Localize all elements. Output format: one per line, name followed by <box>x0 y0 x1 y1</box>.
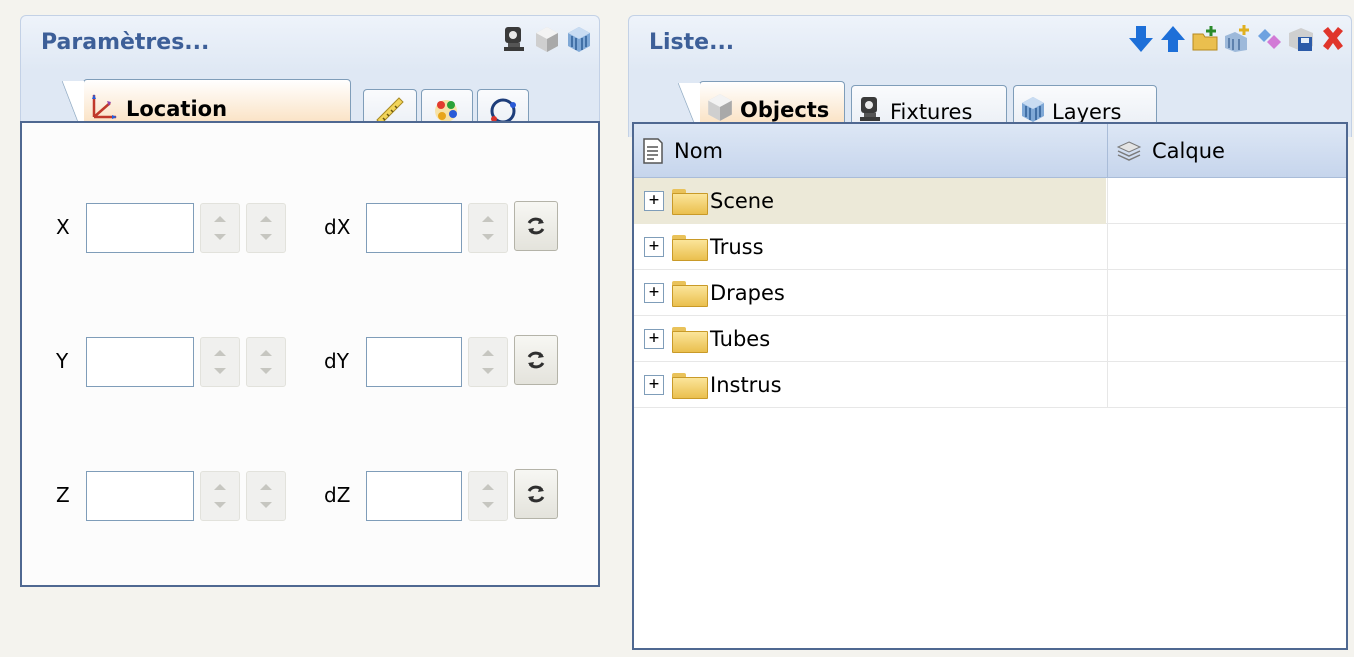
dz-input[interactable] <box>366 471 462 521</box>
stack-icon <box>1116 141 1142 161</box>
dx-input[interactable] <box>366 203 462 253</box>
row-label: Truss <box>710 235 764 259</box>
tree-header: Nom Calque <box>634 124 1346 178</box>
row-label: Scene <box>710 189 775 213</box>
field-label-y: Y <box>56 349 69 373</box>
row-layer-cell[interactable] <box>1107 316 1346 362</box>
column-header-layer[interactable]: Calque <box>1116 124 1225 178</box>
folder-icon <box>672 235 708 261</box>
dy-spinner[interactable] <box>468 337 508 387</box>
row-label: Tubes <box>710 327 771 351</box>
tree-row[interactable]: + Instrus <box>634 362 1346 408</box>
tab-label: Objects <box>740 97 830 122</box>
dx-apply-button[interactable] <box>514 201 558 251</box>
field-label-x: X <box>56 215 70 239</box>
column-label: Nom <box>674 139 724 163</box>
y-spinner[interactable] <box>200 337 240 387</box>
field-label-dx: dX <box>324 215 351 239</box>
tree-row[interactable]: + Truss <box>634 224 1346 270</box>
list-panel: Liste... Objects Fixtures Layers Nom Cal… <box>628 15 1352 652</box>
row-name-cell[interactable]: + Tubes <box>634 316 1106 362</box>
refresh-icon <box>527 485 545 503</box>
row-name-cell[interactable]: + Drapes <box>634 270 1106 316</box>
row-label: Instrus <box>710 373 782 397</box>
dz-apply-button[interactable] <box>514 469 558 519</box>
refresh-icon <box>527 351 545 369</box>
folder-icon <box>672 327 708 353</box>
field-label-dy: dY <box>324 349 349 373</box>
row-name-cell[interactable]: + Truss <box>634 224 1106 270</box>
link-icon[interactable] <box>1255 24 1283 54</box>
expand-button[interactable]: + <box>644 329 664 349</box>
tree-row[interactable]: + Scene <box>634 178 1346 224</box>
field-label-dz: dZ <box>324 483 351 507</box>
folder-icon <box>672 281 708 307</box>
column-label: Calque <box>1152 139 1225 163</box>
dy-input[interactable] <box>366 337 462 387</box>
tab-label: Fixtures <box>890 99 973 124</box>
row-name-cell[interactable]: + Instrus <box>634 362 1106 408</box>
dy-apply-button[interactable] <box>514 335 558 385</box>
x-input[interactable] <box>86 203 194 253</box>
y-spinner-alt[interactable] <box>246 337 286 387</box>
panel-title: Paramètres... <box>41 30 210 55</box>
document-icon <box>643 138 663 164</box>
layers-icon[interactable] <box>565 24 593 54</box>
y-input[interactable] <box>86 337 194 387</box>
tree-row[interactable]: + Tubes <box>634 316 1346 362</box>
arrow-down-icon[interactable] <box>1127 24 1155 54</box>
parameters-header: Paramètres... <box>20 15 600 71</box>
parameters-panel: Paramètres... Location X dX Y dY Z dZ <box>20 15 600 587</box>
column-separator[interactable] <box>1107 124 1108 177</box>
row-layer-cell[interactable] <box>1107 224 1346 270</box>
list-header-bar: Liste... <box>628 15 1352 71</box>
location-content: X dX Y dY Z dZ <box>20 121 600 587</box>
save-icon[interactable] <box>1287 24 1315 54</box>
cube-icon[interactable] <box>533 24 561 54</box>
row-name-cell[interactable]: + Scene <box>634 178 1106 224</box>
new-folder-icon[interactable] <box>1191 24 1219 54</box>
tab-label: Location <box>126 96 228 121</box>
expand-button[interactable]: + <box>644 191 664 211</box>
new-layer-icon[interactable] <box>1223 24 1251 54</box>
refresh-icon <box>527 217 545 235</box>
row-label: Drapes <box>710 281 785 305</box>
objects-tree: Nom Calque + Scene + Truss + Drapes + Tu… <box>632 122 1348 650</box>
dx-spinner[interactable] <box>468 203 508 253</box>
delete-icon[interactable] <box>1319 24 1347 54</box>
z-spinner[interactable] <box>200 471 240 521</box>
row-layer-cell[interactable] <box>1107 362 1346 408</box>
dz-spinner[interactable] <box>468 471 508 521</box>
row-layer-cell[interactable] <box>1107 178 1346 224</box>
column-header-name[interactable]: Nom <box>642 124 723 178</box>
folder-icon <box>672 189 708 215</box>
panel-title: Liste... <box>649 30 735 55</box>
arrow-up-icon[interactable] <box>1159 24 1187 54</box>
tree-row[interactable]: + Drapes <box>634 270 1346 316</box>
field-label-z: Z <box>56 483 70 507</box>
fixture-icon[interactable] <box>501 24 529 54</box>
expand-button[interactable]: + <box>644 283 664 303</box>
expand-button[interactable]: + <box>644 375 664 395</box>
x-spinner-alt[interactable] <box>246 203 286 253</box>
expand-button[interactable]: + <box>644 237 664 257</box>
folder-icon <box>672 373 708 399</box>
z-spinner-alt[interactable] <box>246 471 286 521</box>
row-layer-cell[interactable] <box>1107 270 1346 316</box>
list-toolbar <box>1127 24 1347 54</box>
parameters-toolbar <box>501 24 593 54</box>
tab-label: Layers <box>1052 99 1122 124</box>
x-spinner[interactable] <box>200 203 240 253</box>
z-input[interactable] <box>86 471 194 521</box>
